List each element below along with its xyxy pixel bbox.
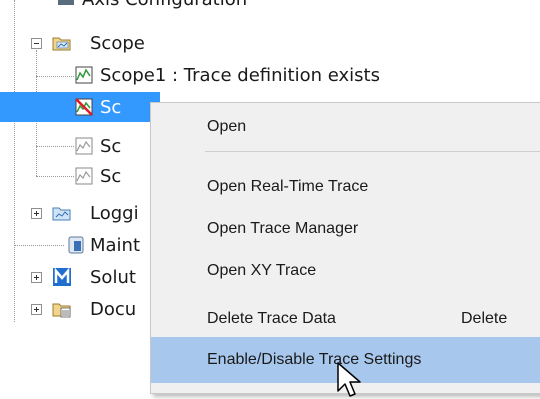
tree-item-scope3[interactable]: Sc (74, 131, 121, 161)
expand-icon[interactable] (31, 208, 42, 219)
tree-item-label: Loggi (90, 202, 139, 224)
trace-icon (75, 167, 93, 185)
axis-config-icon (58, 0, 74, 5)
document-icon (52, 303, 71, 318)
tree-item-label: Maint (90, 234, 141, 256)
menu-item-label: Open Real-Time Trace (207, 178, 369, 195)
tree-item-label: Sc (100, 96, 122, 118)
context-menu: Open Open Real-Time Trace Open Trace Man… (150, 102, 540, 394)
menu-separator (205, 151, 540, 152)
tree-item-label: Axis Configuration (82, 0, 247, 10)
tree-item-label: Docu (90, 298, 137, 320)
menu-item-label: Open Trace Manager (207, 220, 359, 237)
menu-item-label: Enable/Disable Trace Settings (207, 351, 422, 368)
tree-connector (36, 176, 74, 177)
menu-item-label: Open XY Trace (207, 262, 317, 279)
tree-connector (36, 76, 74, 77)
maintenance-icon (68, 236, 84, 254)
tree-item-logging[interactable]: Loggi (52, 198, 139, 228)
menu-item-open[interactable]: Open (151, 107, 540, 147)
tree-item-label: Solut (90, 266, 136, 288)
tree-item-documents[interactable]: Docu (52, 294, 136, 324)
expand-icon[interactable] (31, 304, 42, 315)
tree-connector (36, 146, 74, 147)
menu-item-label: Open (207, 118, 247, 135)
tree-connector (14, 0, 15, 322)
trace-icon (75, 137, 93, 155)
tree-item-axis-configuration[interactable]: Axis Configuration (58, 0, 247, 14)
folder-scope-icon (52, 37, 71, 51)
tree-item-label: Scope (90, 32, 145, 54)
tree-item-maintenance[interactable]: Maint (52, 230, 140, 260)
menu-item-delete-trace-data[interactable]: Delete Trace Data Delete (151, 299, 540, 339)
tree-item-label: Sc (100, 135, 122, 157)
solution-icon (53, 267, 71, 286)
menu-item-shortcut: Delete (461, 310, 508, 327)
trace-disabled-icon (75, 98, 93, 116)
tree-item-scope2[interactable]: Sc (74, 92, 121, 122)
trace-defined-icon (75, 66, 93, 84)
menu-item-open-xy-trace[interactable]: Open XY Trace (151, 251, 540, 291)
menu-item-open-trace-manager[interactable]: Open Trace Manager (151, 209, 540, 249)
tree-item-scope4[interactable]: Sc (74, 161, 121, 191)
menu-item-label: Delete Trace Data (207, 310, 336, 327)
tree-item-label: Sc (100, 165, 122, 187)
tree-item-scope1[interactable]: Scope1 : Trace definition exists (74, 60, 380, 90)
logging-icon (52, 207, 71, 221)
tree-item-label: Scope1 : Trace definition exists (100, 64, 380, 86)
expand-icon[interactable] (31, 272, 42, 283)
tree-item-solution[interactable]: Solut (52, 262, 136, 292)
menu-item-open-real-time-trace[interactable]: Open Real-Time Trace (151, 167, 540, 207)
collapse-icon[interactable] (31, 38, 42, 49)
mouse-cursor-icon (337, 362, 361, 397)
tree-item-scope[interactable]: Scope (52, 28, 145, 58)
